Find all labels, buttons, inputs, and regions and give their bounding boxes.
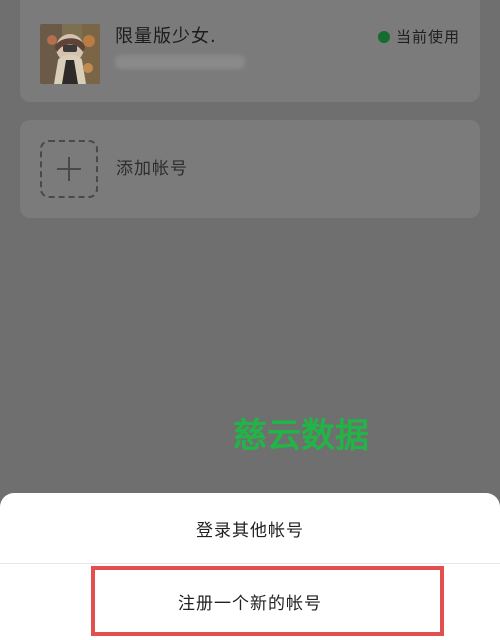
active-status-dot-icon xyxy=(377,30,390,43)
account-name: 限量版少女. xyxy=(115,26,217,47)
add-account-label: 添加帐号 xyxy=(116,159,188,179)
plus-icon xyxy=(40,140,98,198)
profile-photo-icon xyxy=(40,24,100,84)
add-account-card[interactable]: 添加帐号 xyxy=(20,120,480,218)
account-id-redacted xyxy=(115,55,245,69)
current-account-card[interactable]: 限量版少女. 当前使用 xyxy=(20,0,480,102)
current-status-label: 当前使用 xyxy=(395,28,460,46)
login-other-account-button[interactable]: 登录其他帐号 xyxy=(0,493,500,563)
sheet-divider xyxy=(0,563,500,564)
highlight-box xyxy=(91,566,444,636)
current-status: 当前使用 xyxy=(377,26,460,47)
watermark: 慈云数据 xyxy=(233,416,369,456)
